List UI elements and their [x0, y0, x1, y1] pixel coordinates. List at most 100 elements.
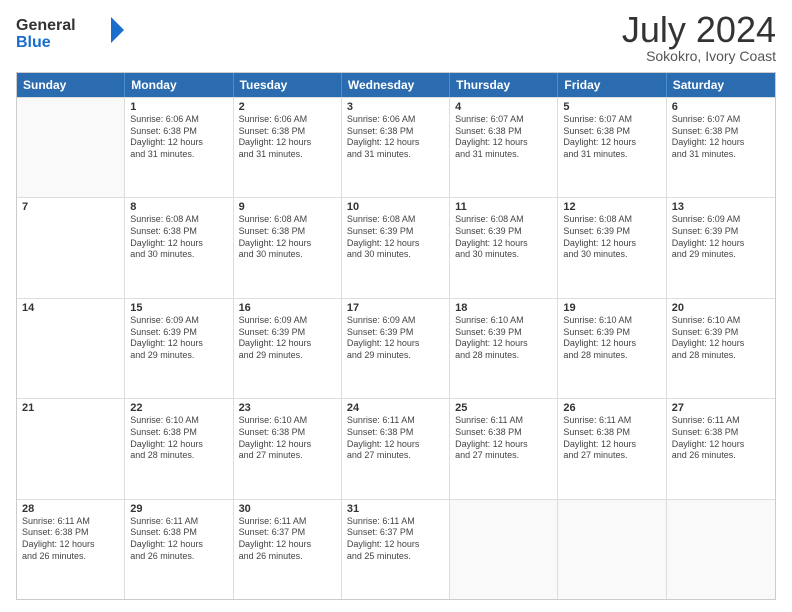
cal-cell-w4-d3: 23Sunrise: 6:10 AM Sunset: 6:38 PM Dayli…: [234, 399, 342, 498]
day-info: Sunrise: 6:10 AM Sunset: 6:38 PM Dayligh…: [130, 415, 227, 462]
day-info: Sunrise: 6:11 AM Sunset: 6:38 PM Dayligh…: [672, 415, 770, 462]
logo-svg: General Blue: [16, 12, 126, 52]
title-section: July 2024 Sokokro, Ivory Coast: [622, 12, 776, 64]
day-info: Sunrise: 6:08 AM Sunset: 6:39 PM Dayligh…: [347, 214, 444, 261]
cal-cell-w3-d4: 17Sunrise: 6:09 AM Sunset: 6:39 PM Dayli…: [342, 299, 450, 398]
cal-cell-w2-d2: 8Sunrise: 6:08 AM Sunset: 6:38 PM Daylig…: [125, 198, 233, 297]
calendar-body: 1Sunrise: 6:06 AM Sunset: 6:38 PM Daylig…: [17, 97, 775, 599]
day-number: 20: [672, 302, 770, 314]
cal-cell-w2-d5: 11Sunrise: 6:08 AM Sunset: 6:39 PM Dayli…: [450, 198, 558, 297]
cal-cell-w4-d5: 25Sunrise: 6:11 AM Sunset: 6:38 PM Dayli…: [450, 399, 558, 498]
day-number: 21: [22, 402, 119, 414]
day-info: Sunrise: 6:11 AM Sunset: 6:38 PM Dayligh…: [455, 415, 552, 462]
cal-cell-w3-d6: 19Sunrise: 6:10 AM Sunset: 6:39 PM Dayli…: [558, 299, 666, 398]
day-info: Sunrise: 6:07 AM Sunset: 6:38 PM Dayligh…: [455, 114, 552, 161]
header-monday: Monday: [125, 73, 233, 97]
cal-cell-w5-d6: [558, 500, 666, 599]
day-number: 15: [130, 302, 227, 314]
day-info: Sunrise: 6:11 AM Sunset: 6:38 PM Dayligh…: [130, 516, 227, 563]
day-number: 26: [563, 402, 660, 414]
day-info: Sunrise: 6:09 AM Sunset: 6:39 PM Dayligh…: [239, 315, 336, 362]
day-number: 7: [22, 201, 119, 213]
day-number: 18: [455, 302, 552, 314]
day-number: 6: [672, 101, 770, 113]
calendar: SundayMondayTuesdayWednesdayThursdayFrid…: [16, 72, 776, 600]
day-info: Sunrise: 6:06 AM Sunset: 6:38 PM Dayligh…: [130, 114, 227, 161]
cal-cell-w3-d7: 20Sunrise: 6:10 AM Sunset: 6:39 PM Dayli…: [667, 299, 775, 398]
day-number: 22: [130, 402, 227, 414]
header-wednesday: Wednesday: [342, 73, 450, 97]
day-info: Sunrise: 6:08 AM Sunset: 6:39 PM Dayligh…: [563, 214, 660, 261]
cal-cell-w4-d4: 24Sunrise: 6:11 AM Sunset: 6:38 PM Dayli…: [342, 399, 450, 498]
page-title: July 2024: [622, 12, 776, 48]
day-info: Sunrise: 6:11 AM Sunset: 6:38 PM Dayligh…: [347, 415, 444, 462]
day-info: Sunrise: 6:06 AM Sunset: 6:38 PM Dayligh…: [347, 114, 444, 161]
header-friday: Friday: [558, 73, 666, 97]
cal-cell-w3-d1: 14: [17, 299, 125, 398]
day-info: Sunrise: 6:11 AM Sunset: 6:38 PM Dayligh…: [563, 415, 660, 462]
cal-cell-w1-d6: 5Sunrise: 6:07 AM Sunset: 6:38 PM Daylig…: [558, 98, 666, 197]
day-info: Sunrise: 6:07 AM Sunset: 6:38 PM Dayligh…: [563, 114, 660, 161]
day-info: Sunrise: 6:09 AM Sunset: 6:39 PM Dayligh…: [130, 315, 227, 362]
svg-text:Blue: Blue: [16, 34, 51, 51]
cal-cell-w1-d4: 3Sunrise: 6:06 AM Sunset: 6:38 PM Daylig…: [342, 98, 450, 197]
day-number: 25: [455, 402, 552, 414]
cal-cell-w5-d7: [667, 500, 775, 599]
week-row-4: 21 22Sunrise: 6:10 AM Sunset: 6:38 PM Day…: [17, 398, 775, 498]
day-info: Sunrise: 6:10 AM Sunset: 6:39 PM Dayligh…: [672, 315, 770, 362]
cal-cell-w5-d3: 30Sunrise: 6:11 AM Sunset: 6:37 PM Dayli…: [234, 500, 342, 599]
cal-cell-w1-d3: 2Sunrise: 6:06 AM Sunset: 6:38 PM Daylig…: [234, 98, 342, 197]
svg-text:General: General: [16, 17, 76, 34]
cal-cell-w4-d1: 21: [17, 399, 125, 498]
day-number: 10: [347, 201, 444, 213]
cal-cell-w4-d2: 22Sunrise: 6:10 AM Sunset: 6:38 PM Dayli…: [125, 399, 233, 498]
day-info: Sunrise: 6:10 AM Sunset: 6:39 PM Dayligh…: [455, 315, 552, 362]
cal-cell-w5-d2: 29Sunrise: 6:11 AM Sunset: 6:38 PM Dayli…: [125, 500, 233, 599]
cal-cell-w1-d2: 1Sunrise: 6:06 AM Sunset: 6:38 PM Daylig…: [125, 98, 233, 197]
day-info: Sunrise: 6:08 AM Sunset: 6:39 PM Dayligh…: [455, 214, 552, 261]
day-number: 9: [239, 201, 336, 213]
cal-cell-w2-d4: 10Sunrise: 6:08 AM Sunset: 6:39 PM Dayli…: [342, 198, 450, 297]
day-info: Sunrise: 6:09 AM Sunset: 6:39 PM Dayligh…: [347, 315, 444, 362]
cal-cell-w5-d5: [450, 500, 558, 599]
cal-cell-w3-d3: 16Sunrise: 6:09 AM Sunset: 6:39 PM Dayli…: [234, 299, 342, 398]
day-number: 24: [347, 402, 444, 414]
header-thursday: Thursday: [450, 73, 558, 97]
week-row-1: 1Sunrise: 6:06 AM Sunset: 6:38 PM Daylig…: [17, 97, 775, 197]
day-info: Sunrise: 6:11 AM Sunset: 6:38 PM Dayligh…: [22, 516, 119, 563]
day-info: Sunrise: 6:11 AM Sunset: 6:37 PM Dayligh…: [347, 516, 444, 563]
day-number: 31: [347, 503, 444, 515]
day-number: 30: [239, 503, 336, 515]
day-info: Sunrise: 6:07 AM Sunset: 6:38 PM Dayligh…: [672, 114, 770, 161]
day-number: 16: [239, 302, 336, 314]
day-info: Sunrise: 6:10 AM Sunset: 6:39 PM Dayligh…: [563, 315, 660, 362]
cal-cell-w1-d5: 4Sunrise: 6:07 AM Sunset: 6:38 PM Daylig…: [450, 98, 558, 197]
week-row-3: 1415Sunrise: 6:09 AM Sunset: 6:39 PM Day…: [17, 298, 775, 398]
day-number: 12: [563, 201, 660, 213]
cal-cell-w2-d1: 7: [17, 198, 125, 297]
page-subtitle: Sokokro, Ivory Coast: [622, 48, 776, 64]
page-header: General Blue July 2024 Sokokro, Ivory Co…: [16, 12, 776, 64]
day-number: 3: [347, 101, 444, 113]
day-number: 27: [672, 402, 770, 414]
cal-cell-w2-d3: 9Sunrise: 6:08 AM Sunset: 6:38 PM Daylig…: [234, 198, 342, 297]
header-tuesday: Tuesday: [234, 73, 342, 97]
day-number: 28: [22, 503, 119, 515]
day-info: Sunrise: 6:08 AM Sunset: 6:38 PM Dayligh…: [239, 214, 336, 261]
day-number: 19: [563, 302, 660, 314]
day-number: 17: [347, 302, 444, 314]
cal-cell-w1-d1: [17, 98, 125, 197]
day-info: Sunrise: 6:09 AM Sunset: 6:39 PM Dayligh…: [672, 214, 770, 261]
cal-cell-w3-d2: 15Sunrise: 6:09 AM Sunset: 6:39 PM Dayli…: [125, 299, 233, 398]
header-sunday: Sunday: [17, 73, 125, 97]
day-number: 2: [239, 101, 336, 113]
day-number: 23: [239, 402, 336, 414]
cal-cell-w2-d6: 12Sunrise: 6:08 AM Sunset: 6:39 PM Dayli…: [558, 198, 666, 297]
day-number: 14: [22, 302, 119, 314]
cal-cell-w5-d4: 31Sunrise: 6:11 AM Sunset: 6:37 PM Dayli…: [342, 500, 450, 599]
cal-cell-w3-d5: 18Sunrise: 6:10 AM Sunset: 6:39 PM Dayli…: [450, 299, 558, 398]
day-info: Sunrise: 6:06 AM Sunset: 6:38 PM Dayligh…: [239, 114, 336, 161]
week-row-5: 28Sunrise: 6:11 AM Sunset: 6:38 PM Dayli…: [17, 499, 775, 599]
day-number: 29: [130, 503, 227, 515]
week-row-2: 7 8Sunrise: 6:08 AM Sunset: 6:38 PM Dayli…: [17, 197, 775, 297]
